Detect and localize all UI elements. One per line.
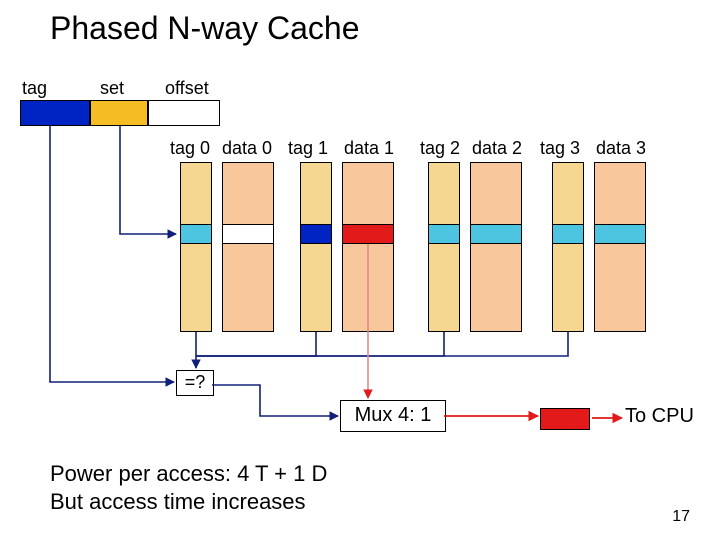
mux-box: Mux 4: 1 xyxy=(340,400,446,432)
label-set: set xyxy=(100,78,124,99)
tag-array-1 xyxy=(300,162,332,332)
sel-hit-tag1 xyxy=(300,224,332,244)
footnote-line-1: Power per access: 4 T + 1 D xyxy=(50,460,327,488)
footnote-line-2: But access time increases xyxy=(50,488,327,516)
addr-offset-field xyxy=(148,100,220,126)
data-array-1 xyxy=(342,162,394,332)
label-data0: data 0 xyxy=(222,138,272,159)
data-array-3 xyxy=(594,162,646,332)
label-tag0: tag 0 xyxy=(170,138,210,159)
sel-hit-data1 xyxy=(342,224,394,244)
label-to-cpu: To CPU xyxy=(625,405,694,428)
comparator-label: =? xyxy=(185,372,206,392)
sel-band-tag2 xyxy=(428,224,460,244)
label-tag1: tag 1 xyxy=(288,138,328,159)
data-array-2 xyxy=(470,162,522,332)
label-data2: data 2 xyxy=(472,138,522,159)
tag-array-0 xyxy=(180,162,212,332)
data-array-0 xyxy=(222,162,274,332)
label-data3: data 3 xyxy=(596,138,646,159)
addr-tag-field xyxy=(20,100,90,126)
addr-set-field xyxy=(90,100,148,126)
label-tag2: tag 2 xyxy=(420,138,460,159)
sel-band-data3 xyxy=(594,224,646,244)
slide-title: Phased N-way Cache xyxy=(50,10,359,47)
output-data-chip xyxy=(540,408,590,430)
sel-band-data2 xyxy=(470,224,522,244)
tag-array-3 xyxy=(552,162,584,332)
sel-band-tag0 xyxy=(180,224,212,244)
slide-stage: Phased N-way Cache tag set offset tag 0 … xyxy=(0,0,720,540)
footnote-block: Power per access: 4 T + 1 D But access t… xyxy=(50,460,327,515)
tag-array-2 xyxy=(428,162,460,332)
label-tag3: tag 3 xyxy=(540,138,580,159)
sel-band-tag3 xyxy=(552,224,584,244)
slide-number: 17 xyxy=(672,508,690,526)
label-tag: tag xyxy=(22,78,47,99)
comparator-box: =? xyxy=(176,370,214,396)
label-data1: data 1 xyxy=(344,138,394,159)
label-offset: offset xyxy=(165,78,209,99)
sel-band-data0 xyxy=(222,224,274,244)
mux-label: Mux 4: 1 xyxy=(355,404,432,426)
